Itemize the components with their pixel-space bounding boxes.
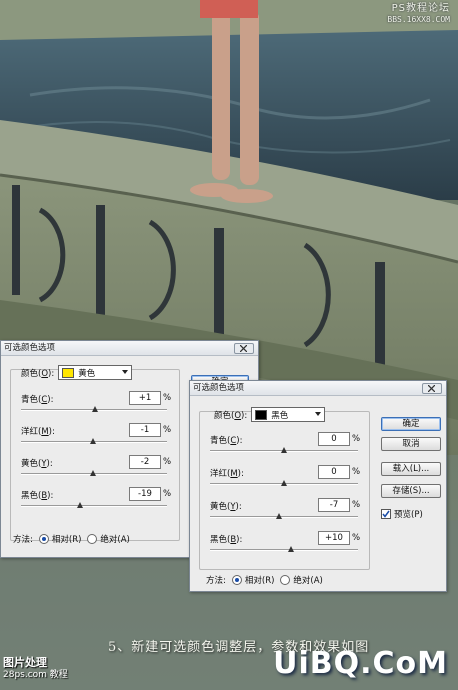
brand-watermark: UiBQ.CoM <box>273 646 448 681</box>
slider-thumb[interactable] <box>91 406 98 412</box>
slider-track[interactable] <box>210 516 358 518</box>
slider-label: 青色(C): <box>21 395 54 405</box>
percent-sign: % <box>163 393 172 403</box>
close-icon <box>428 385 435 392</box>
color-selector-row: 颜色(O): 黑色 <box>214 407 326 422</box>
slider-value-input[interactable]: -7 <box>318 498 350 512</box>
preview-checkbox[interactable] <box>381 509 391 519</box>
color-select[interactable]: 黑色 <box>251 407 326 422</box>
watermark-bl-line1: 图片处理 <box>3 656 47 669</box>
slider-track[interactable] <box>21 505 167 507</box>
watermark-bl-line2: 28ps.com 教程 <box>3 670 68 680</box>
slider-thumb[interactable] <box>90 438 97 444</box>
percent-sign: % <box>352 467 361 477</box>
slider-value-input[interactable]: 0 <box>318 432 350 446</box>
relative-radio[interactable] <box>38 534 49 544</box>
method-label: 方法: <box>13 535 33 545</box>
percent-sign: % <box>352 500 361 510</box>
absolute-label: 绝对(A) <box>100 535 130 545</box>
slider-thumb[interactable] <box>288 546 295 552</box>
slider-thumb[interactable] <box>281 447 287 453</box>
slider-thumb[interactable] <box>89 470 96 476</box>
percent-sign: % <box>163 425 172 435</box>
yellow-swatch <box>62 367 75 378</box>
cancel-button[interactable]: 取消 <box>381 437 441 451</box>
close-icon <box>240 345 247 352</box>
close-button[interactable] <box>422 383 442 394</box>
preview-checkbox-row[interactable]: 预览(P) <box>381 508 423 520</box>
save-button[interactable]: 存储(S)... <box>381 484 441 498</box>
slider-value-input[interactable]: +1 <box>129 391 161 405</box>
black-swatch <box>255 409 268 420</box>
chevron-down-icon <box>315 412 322 416</box>
slider-value-input[interactable]: 0 <box>318 465 350 479</box>
color-select-value: 黄色 <box>78 368 96 379</box>
slider-thumb[interactable] <box>281 480 287 486</box>
slider-label: 黑色(B): <box>210 535 243 545</box>
slider-track[interactable] <box>210 549 358 551</box>
relative-label: 相对(R) <box>244 576 275 586</box>
chevron-down-icon <box>122 370 129 374</box>
load-button[interactable]: 载入(L)... <box>381 462 441 476</box>
percent-sign: % <box>163 457 172 467</box>
slider-label: 洋红(M): <box>21 427 55 437</box>
slider-value-input[interactable]: -1 <box>129 423 161 437</box>
dialog-title-bar[interactable]: 可选颜色选项 <box>1 341 258 356</box>
slider-value-input[interactable]: -2 <box>129 455 161 469</box>
method-row: 方法: 相对(R) 绝对(A) <box>206 574 323 586</box>
ok-button[interactable]: 确定 <box>381 417 441 431</box>
checkmark-icon <box>382 510 390 518</box>
watermark-top-line2: BBS.16XX8.COM <box>387 15 450 24</box>
percent-sign: % <box>163 489 172 499</box>
percent-sign: % <box>352 533 361 543</box>
dialog-title: 可选颜色选项 <box>193 383 245 393</box>
color-select-value: 黑色 <box>271 410 289 421</box>
slider-thumb[interactable] <box>275 513 282 519</box>
slider-label: 黑色(B): <box>21 491 54 501</box>
color-label: 颜色(O): <box>214 410 248 421</box>
method-row: 方法: 相对(R) 绝对(A) <box>13 533 130 545</box>
relative-label: 相对(R) <box>51 535 82 545</box>
preview-label: 预览(P) <box>394 510 423 520</box>
slider-label: 黄色(Y): <box>210 502 242 512</box>
watermark-bottom-left: 图片处理 28ps.com 教程 <box>3 657 68 681</box>
color-select[interactable]: 黄色 <box>58 365 133 380</box>
dialog-title: 可选颜色选项 <box>4 343 56 353</box>
color-selector-row: 颜色(O): 黄色 <box>21 365 133 380</box>
absolute-label: 绝对(A) <box>293 576 323 586</box>
slider-label: 黄色(Y): <box>21 459 53 469</box>
dialog-title-bar[interactable]: 可选颜色选项 <box>190 381 446 396</box>
color-label: 颜色(O): <box>21 368 55 379</box>
close-button[interactable] <box>234 343 254 354</box>
watermark-top: PS教程论坛 BBS.16XX8.COM <box>387 3 450 25</box>
slider-label: 青色(C): <box>210 436 243 446</box>
slider-value-input[interactable]: +10 <box>318 531 350 545</box>
selective-color-dialog-black: 可选颜色选项 颜色(O): 黑色 方法: 相对(R) 绝对(A) 确定 取消 载… <box>189 380 447 592</box>
absolute-radio[interactable] <box>280 575 291 585</box>
slider-value-input[interactable]: -19 <box>129 487 161 501</box>
method-label: 方法: <box>206 576 226 586</box>
absolute-radio[interactable] <box>87 534 98 544</box>
watermark-top-line1: PS教程论坛 <box>391 3 450 14</box>
percent-sign: % <box>352 434 361 444</box>
slider-thumb[interactable] <box>77 502 84 508</box>
slider-label: 洋红(M): <box>210 469 244 479</box>
relative-radio[interactable] <box>231 575 242 585</box>
